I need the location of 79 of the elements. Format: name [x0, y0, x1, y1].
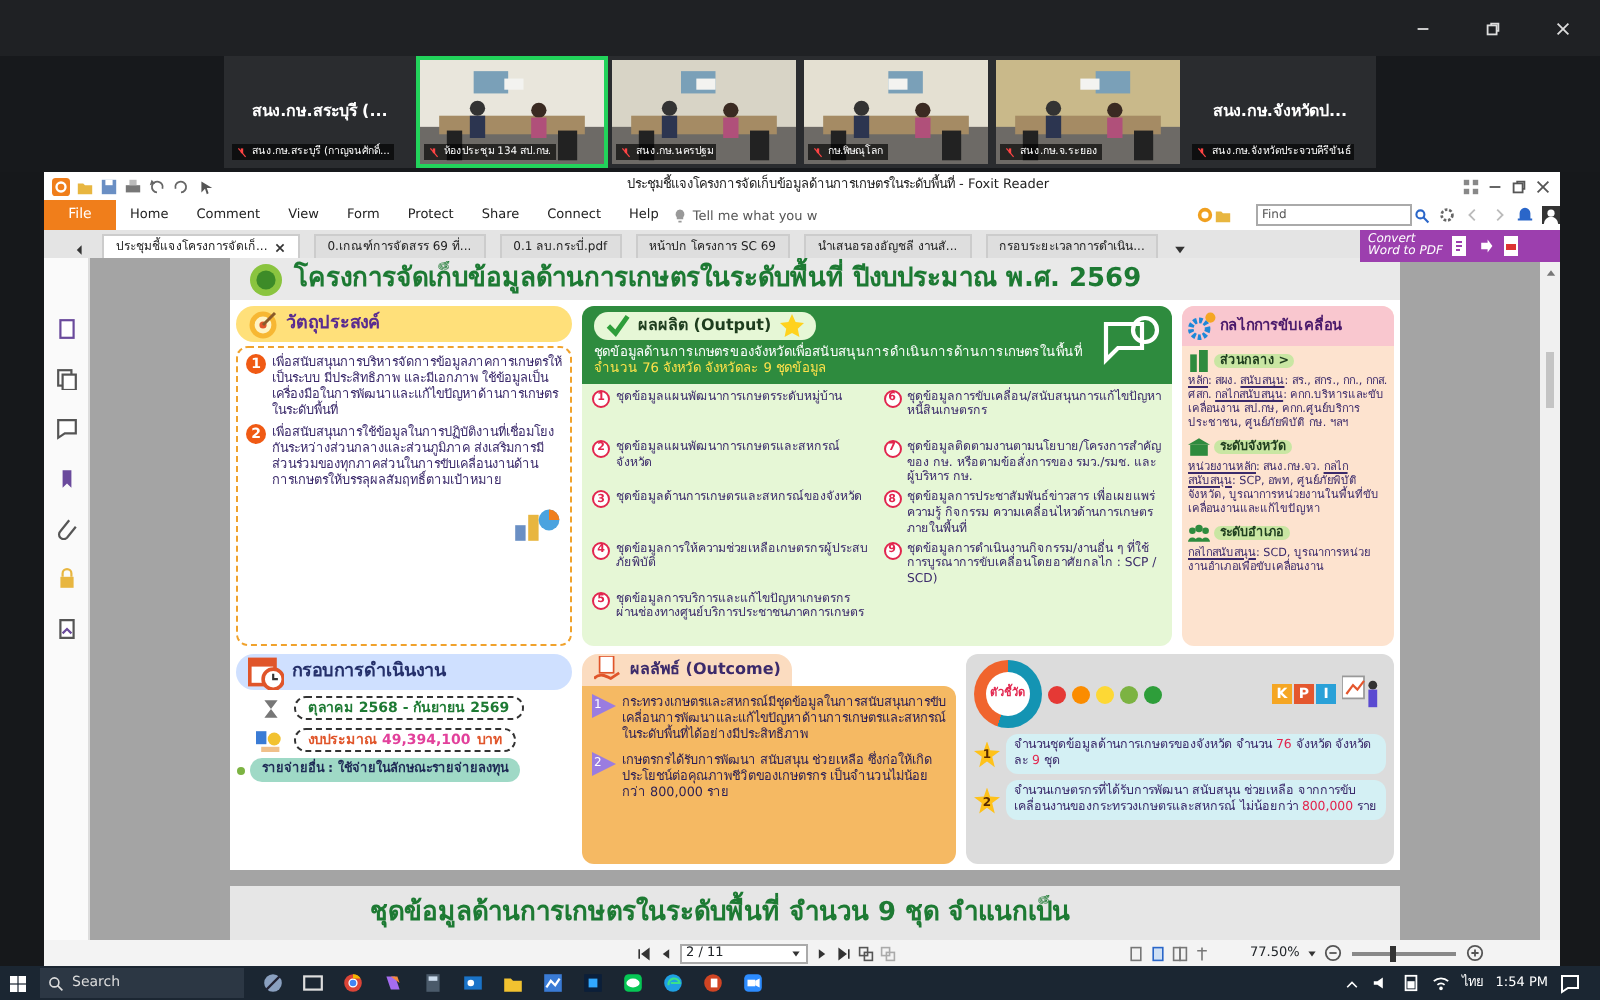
- notifications-icon[interactable]: [1560, 973, 1580, 993]
- scrollbar-thumb[interactable]: [1546, 352, 1554, 408]
- pages-icon[interactable]: [55, 368, 77, 390]
- task-view-icon[interactable]: [302, 972, 324, 994]
- presentation-app-icon[interactable]: [702, 972, 724, 994]
- tab-list-icon[interactable]: [1172, 242, 1189, 258]
- dropdown-icon[interactable]: [1305, 947, 1318, 959]
- section-title: ผลลัพธ์ (Outcome): [630, 660, 781, 680]
- video-app-icon[interactable]: [742, 972, 764, 994]
- government-building-icon: [1188, 435, 1210, 458]
- wifi-icon[interactable]: [1431, 974, 1450, 992]
- calculator-icon[interactable]: [422, 972, 444, 994]
- next-page-icon[interactable]: [814, 945, 830, 961]
- chat-app-icon[interactable]: [622, 972, 644, 994]
- signature-icon[interactable]: [55, 618, 77, 640]
- facing-page-icon[interactable]: [1172, 945, 1188, 961]
- page-icon[interactable]: [55, 318, 77, 340]
- section-title: วัตถุประสงค์: [286, 313, 380, 335]
- pdf-icon: [1502, 236, 1523, 256]
- target-icon: [248, 309, 278, 339]
- muted-mic-icon: [1196, 145, 1208, 158]
- scroll-up-icon[interactable]: [1543, 266, 1557, 280]
- search-icon: [48, 975, 64, 991]
- single-page-icon[interactable]: [1128, 945, 1144, 961]
- attachment-icon[interactable]: [55, 518, 77, 540]
- section-title: กรอบการดำเนินงาน: [292, 661, 446, 683]
- bell-icon[interactable]: [1516, 206, 1534, 224]
- gears-icon: [1188, 312, 1216, 340]
- muted-mic-icon: [428, 145, 440, 158]
- muted-mic-icon: [1004, 145, 1016, 158]
- check-icon: [606, 314, 630, 338]
- avatar-icon[interactable]: [1542, 206, 1560, 224]
- mail-icon[interactable]: [462, 972, 484, 994]
- logo-icon: [250, 263, 282, 295]
- page-heading: โครงการจัดเก็บข้อมูลด้านการเกษตรในระดับพื้นที่ ปีงบประมาณ พ.ศ. 2569: [294, 263, 1142, 295]
- settings-icon[interactable]: [1438, 206, 1456, 224]
- continuous-page-icon[interactable]: [1150, 945, 1166, 961]
- design-app-icon[interactable]: [582, 972, 604, 994]
- save-icon[interactable]: [100, 177, 118, 195]
- first-page-icon[interactable]: [636, 945, 652, 961]
- search-icon[interactable]: [1414, 207, 1430, 223]
- muted-mic-icon: [812, 145, 824, 158]
- undo-icon[interactable]: [148, 177, 166, 195]
- chrome-icon[interactable]: [342, 972, 364, 994]
- document-icon: [1450, 236, 1471, 256]
- bullet-icon: [236, 765, 246, 776]
- buildings-icon: [1188, 350, 1210, 372]
- participant-title: สนง.กษ.สระบุรี (...: [252, 102, 388, 122]
- zoom-out-icon[interactable]: [1323, 944, 1342, 962]
- redo-icon[interactable]: [172, 177, 190, 195]
- restore-icon[interactable]: [1510, 177, 1528, 195]
- section-title: ผลผลิต (Output): [638, 316, 772, 336]
- print-icon[interactable]: [124, 177, 142, 195]
- lightbulb-icon: [672, 207, 689, 223]
- money-icon: [256, 726, 282, 753]
- calendar-clock-icon: [248, 654, 284, 690]
- hourglass-icon: [260, 697, 282, 720]
- participant-title: สนง.กษ.จังหวัดป...: [1212, 102, 1348, 122]
- app-icon: [52, 177, 70, 195]
- people-icon: [1188, 521, 1210, 544]
- grid-icon[interactable]: [1462, 177, 1480, 195]
- hand-clipboard-icon: [594, 656, 622, 684]
- muted-mic-icon: [236, 145, 248, 158]
- restore-icon[interactable]: [1484, 19, 1502, 37]
- last-page-icon[interactable]: [836, 945, 852, 961]
- arrow-icon: [1478, 238, 1495, 254]
- start-icon[interactable]: [8, 973, 28, 993]
- zoom-slider-thumb[interactable]: [1390, 945, 1397, 961]
- photo-app-icon[interactable]: [542, 972, 564, 994]
- close-icon[interactable]: [1534, 177, 1552, 195]
- dropdown-icon[interactable]: [790, 947, 802, 959]
- previous-page-icon[interactable]: [658, 945, 674, 961]
- comment-icon[interactable]: [55, 418, 77, 440]
- zoom-in-icon[interactable]: [1465, 944, 1484, 962]
- close-icon[interactable]: [273, 241, 286, 253]
- battery-icon[interactable]: [1401, 974, 1420, 992]
- muted-mic-icon: [620, 145, 632, 158]
- previous-view-icon[interactable]: [858, 945, 874, 961]
- star-icon: [779, 314, 804, 338]
